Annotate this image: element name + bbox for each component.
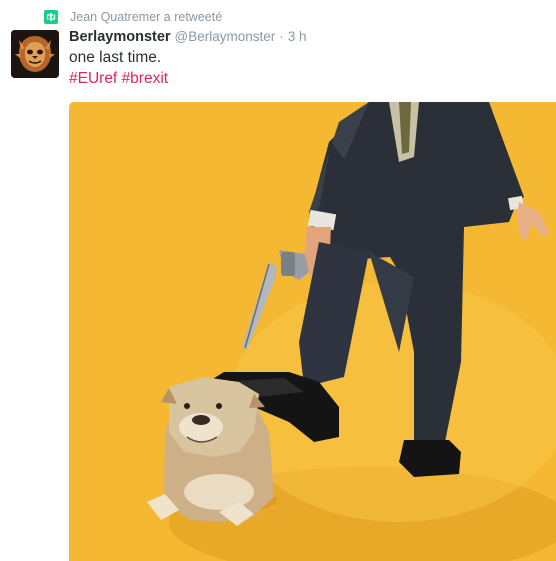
monster-avatar-icon [11,30,59,78]
avatar[interactable] [11,30,59,78]
display-name[interactable]: Berlaymonster [69,29,171,45]
hashtag-brexit[interactable]: #brexit [122,70,169,87]
tweet-header: Berlaymonster @Berlaymonster · 3 h [69,29,307,47]
separator: · [279,29,284,44]
man-pointing-revolver-at-bulldog-image [69,102,556,561]
hashtag-line: #EUref #brexit [69,70,168,88]
hashtag-euref[interactable]: #EUref [69,70,117,87]
tweet-text: one last time. [69,49,162,66]
timestamp-link[interactable]: 3 h [288,29,307,44]
username-handle[interactable]: @Berlaymonster [175,29,276,44]
retweet-context: Jean Quatremer a retweeté [44,9,222,25]
tweet-media-photo[interactable] [69,102,556,561]
bulldog [147,377,277,526]
retweet-icon [44,10,58,24]
retweeted-by-link[interactable]: Jean Quatremer a retweeté [70,10,222,24]
